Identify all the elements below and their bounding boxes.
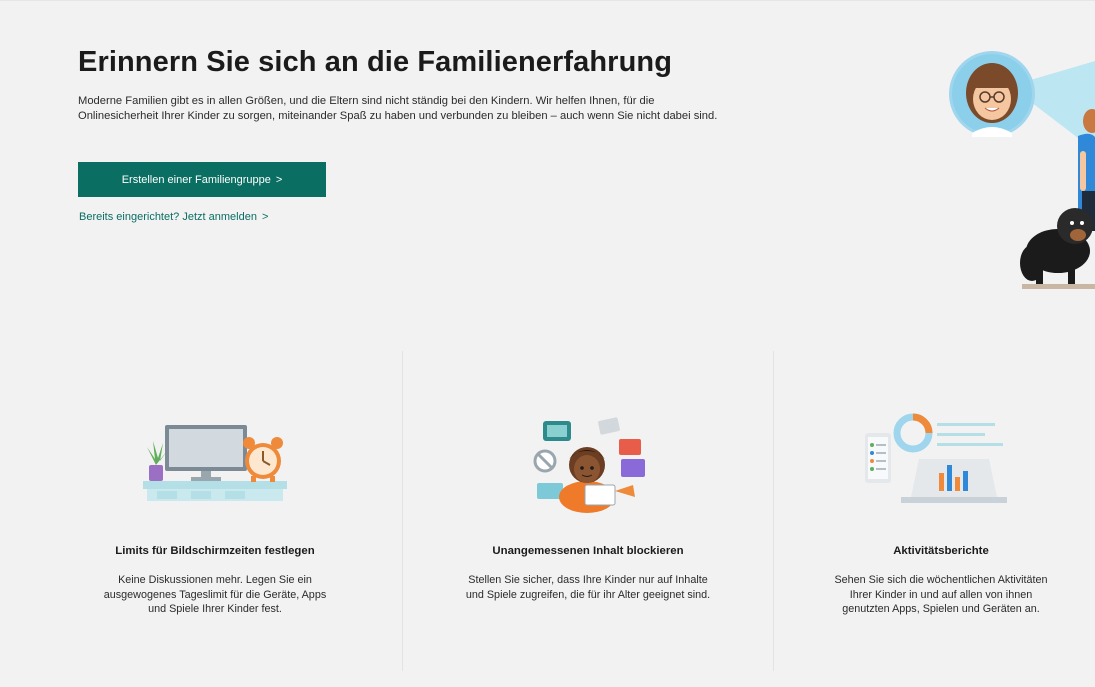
feature-description: Sehen Sie sich die wöchentlichen Aktivit… bbox=[834, 574, 1048, 615]
feature-title: Unangemessenen Inhalt blockieren bbox=[492, 545, 684, 557]
monitor-alarm-clock-illustration bbox=[143, 425, 287, 501]
signin-link[interactable]: Bereits eingerichtet? Jetzt anmelden > bbox=[79, 211, 268, 223]
chevron-right-icon: > bbox=[261, 211, 269, 223]
family-page: Erinnern Sie sich an die Familienerfahru… bbox=[0, 0, 1095, 687]
create-family-group-label: Erstellen einer Familiengruppe bbox=[121, 173, 271, 186]
feature-description: Stellen Sie sicher, dass Ihre Kinder nur… bbox=[465, 574, 711, 601]
signin-link-label: Bereits eingerichtet? Jetzt anmelden bbox=[79, 211, 257, 223]
feature-title: Aktivitätsberichte bbox=[893, 545, 989, 557]
feature-screen-time: Limits für Bildschirmzeiten festlegen Ke… bbox=[30, 351, 400, 671]
create-family-group-button[interactable]: Erstellen einer Familiengruppe > bbox=[78, 162, 326, 197]
activity-report-illustration bbox=[865, 413, 1007, 503]
features-row: Limits für Bildschirmzeiten festlegen Ke… bbox=[30, 351, 1095, 671]
feature-description: Keine Diskussionen mehr. Legen Sie ein a… bbox=[103, 574, 327, 615]
chevron-right-icon: > bbox=[275, 173, 283, 186]
hero-description: Moderne Familien gibt es in allen Größen… bbox=[78, 95, 718, 122]
child-blocked-content-illustration bbox=[533, 417, 645, 513]
feature-block-content: Unangemessenen Inhalt blockieren Stellen… bbox=[402, 351, 774, 671]
feature-activity-reports: Aktivitätsberichte Sehen Sie sich die wö… bbox=[776, 351, 1095, 671]
feature-title: Limits für Bildschirmzeiten festlegen bbox=[115, 545, 315, 557]
family-hero-illustration bbox=[949, 51, 1095, 289]
page-title: Erinnern Sie sich an die Familienerfahru… bbox=[78, 46, 673, 78]
